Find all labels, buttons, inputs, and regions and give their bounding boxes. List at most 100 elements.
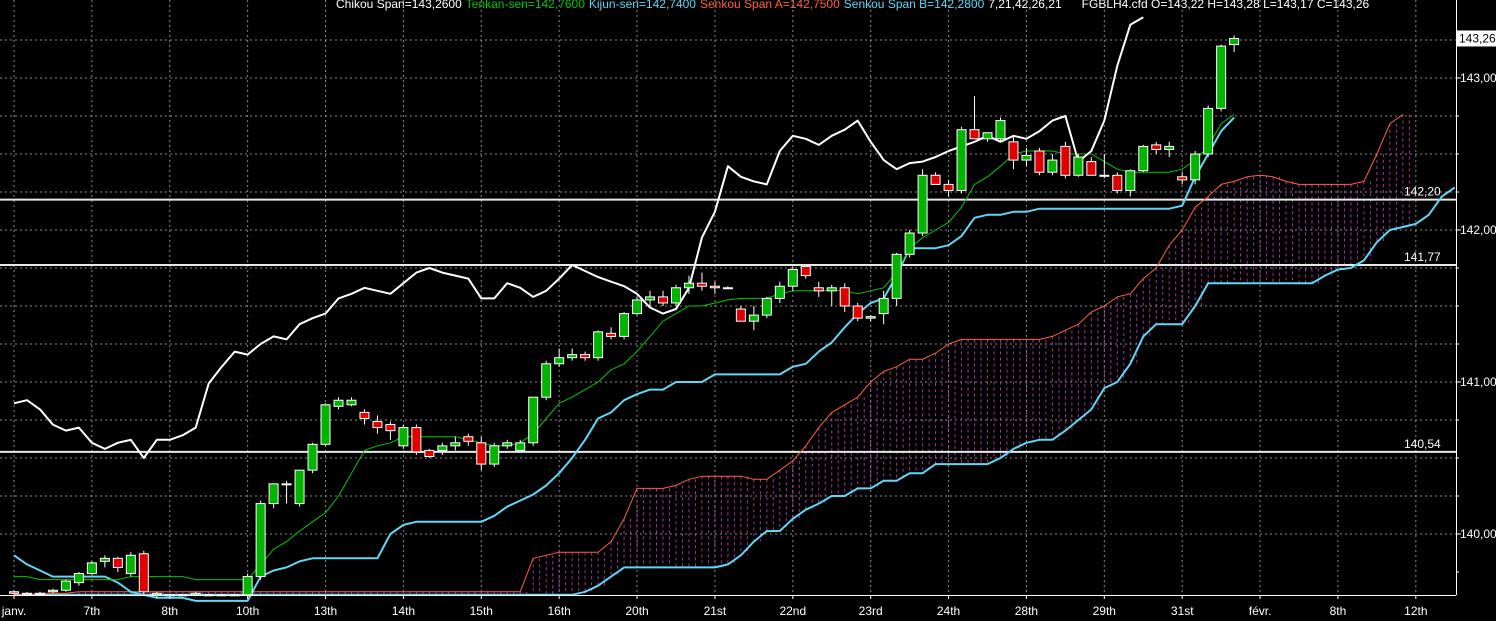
x-tick-label: 13th — [314, 604, 337, 618]
kumo-cloud — [78, 114, 1410, 595]
candle-down — [112, 557, 123, 568]
candle-up — [86, 562, 97, 575]
candle-down — [1151, 144, 1162, 150]
candle-up — [450, 442, 461, 447]
candle-up — [541, 363, 552, 398]
candle-down — [852, 305, 863, 319]
axes: janv. 7th 8th 10th 13th 14th 15th 16th 20th 21st 2… — [0, 0, 1496, 618]
candle-up — [1073, 156, 1084, 176]
candle-up — [398, 427, 409, 447]
candle-down — [943, 183, 954, 191]
candle-down — [1086, 161, 1097, 176]
candle-up — [1190, 153, 1201, 181]
candle-up — [826, 287, 837, 292]
candle-up — [1216, 45, 1227, 109]
candle-up — [787, 269, 798, 287]
x-tick-label: 15th — [470, 604, 493, 618]
candle-up — [774, 285, 785, 299]
candle-down — [476, 442, 487, 465]
candle-up — [748, 314, 759, 322]
candle-down — [411, 427, 422, 453]
candle-up — [268, 483, 279, 505]
candle-up — [619, 313, 630, 337]
candle-down — [580, 354, 591, 359]
candle-up — [242, 576, 253, 596]
candle-up — [761, 297, 772, 316]
candle-up — [995, 120, 1006, 140]
kijun-line — [13, 116, 1235, 602]
x-tick-label: 20th — [625, 604, 648, 618]
x-tick-label: 28th — [1015, 604, 1038, 618]
tenkan-line — [14, 114, 1235, 581]
y-tick-label: 141,00 — [1460, 375, 1496, 389]
x-tick-label: janv. — [1, 604, 26, 618]
candle-down — [930, 174, 941, 185]
candle-up — [515, 442, 526, 451]
ichimoku-chart[interactable]: 142,20 141,77 140,54 janv. 7th 8th 10th 13th 14… — [0, 0, 1496, 621]
x-tick-label: 24th — [937, 604, 960, 618]
candle-up — [956, 129, 967, 191]
horizontal-levels: 142,20 141,77 140,54 — [0, 185, 1456, 453]
grid — [0, 0, 1456, 595]
candle-up — [151, 592, 162, 596]
y-tick-label: 140,00 — [1460, 527, 1496, 541]
candle-down — [696, 282, 707, 287]
candle-up — [593, 331, 604, 359]
candle-up — [632, 299, 643, 315]
senkou-a-line — [14, 114, 1404, 596]
candle-up — [567, 354, 578, 359]
candle-down — [735, 308, 746, 322]
candle-down — [9, 591, 19, 594]
candle-up — [307, 443, 318, 471]
x-tick-label: 23rd — [859, 604, 883, 618]
candle-up — [1203, 107, 1214, 155]
candle-down — [359, 411, 370, 419]
candle-up — [670, 287, 681, 304]
candle-up — [47, 589, 58, 593]
candle-up — [34, 592, 45, 595]
candle-up — [294, 469, 305, 505]
x-tick-label: 14th — [392, 604, 415, 618]
chikou-line — [13, 16, 1144, 459]
x-tick-label: 22nd — [779, 604, 806, 618]
candle-up — [60, 580, 71, 591]
candle-down — [813, 287, 824, 292]
candle-up — [320, 404, 331, 445]
candle-up — [528, 396, 539, 444]
candle-up — [99, 557, 110, 562]
candle-up — [502, 442, 513, 447]
candle-up — [125, 554, 136, 575]
candle-down — [424, 449, 435, 457]
y-tick-label: 143,00 — [1460, 71, 1496, 85]
candle-down — [1060, 145, 1071, 176]
candle-up — [683, 282, 694, 289]
candle-up — [878, 297, 889, 315]
candle-down — [1034, 150, 1045, 173]
candle-down — [385, 424, 396, 432]
candle-down — [606, 332, 617, 337]
candle-up — [891, 253, 902, 299]
candle-up — [489, 445, 500, 465]
x-tick-label: 31st — [1171, 604, 1194, 618]
candle-up — [722, 287, 733, 290]
price-level-label: 142,20 — [1404, 185, 1441, 199]
candle-down — [1112, 174, 1123, 191]
candle-up — [21, 592, 32, 595]
x-tick-label: févr. — [1249, 604, 1272, 618]
candle-up — [1229, 37, 1240, 46]
candle-up — [982, 132, 993, 140]
candle-up — [865, 316, 876, 319]
x-tick-label: 10th — [236, 604, 259, 618]
candle-up — [255, 503, 266, 578]
candle-up — [554, 357, 565, 365]
x-tick-label: 21st — [704, 604, 727, 618]
price-level-label: 140,54 — [1404, 437, 1441, 451]
candle-up — [281, 483, 292, 486]
candle-up — [333, 399, 344, 407]
price-level-label: 141,77 — [1404, 250, 1441, 264]
candle-down — [709, 285, 720, 289]
candle-down — [463, 436, 474, 442]
x-tick-label: 29th — [1093, 604, 1116, 618]
x-tick-label: 8th — [1330, 604, 1347, 618]
candle-down — [372, 421, 383, 429]
